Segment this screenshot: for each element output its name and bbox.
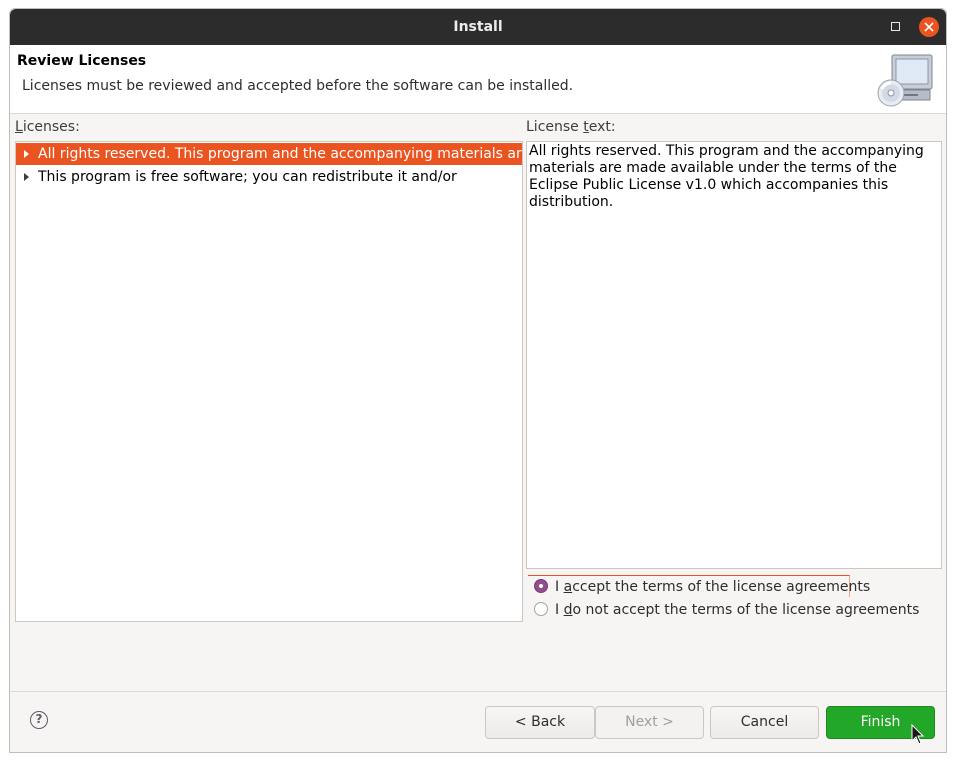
maximize-icon[interactable] (886, 17, 906, 37)
licenses-label: Licenses: (15, 119, 80, 135)
cancel-button[interactable]: Cancel (710, 706, 819, 739)
page-title: Review Licenses (17, 53, 147, 69)
radio-unchecked-icon[interactable] (534, 602, 548, 616)
wizard-header: Review Licenses Licenses must be reviewe… (10, 45, 946, 114)
mouse-cursor-icon (911, 724, 925, 745)
close-icon[interactable] (919, 17, 939, 37)
install-dialog: Install Review Licenses Licenses must be… (9, 8, 947, 753)
license-item[interactable]: All rights reserved. This program and th… (16, 143, 522, 165)
next-button[interactable]: Next > (595, 706, 704, 739)
page-description: Licenses must be reviewed and accepted b… (22, 78, 574, 94)
accept-radio[interactable]: I accept the terms of the license agreem… (528, 575, 870, 597)
expand-arrow-icon[interactable] (24, 173, 29, 181)
license-text-label: License text: (526, 119, 616, 135)
expand-arrow-icon[interactable] (24, 150, 29, 158)
licenses-tree[interactable]: All rights reserved. This program and th… (15, 141, 523, 622)
license-text-area[interactable]: All rights reserved. This program and th… (526, 141, 942, 569)
window-title: Install (453, 19, 503, 35)
help-icon[interactable]: ? (30, 711, 48, 729)
footer-divider (10, 691, 946, 692)
license-item[interactable]: This program is free software; you can r… (16, 166, 522, 188)
title-bar[interactable]: Install (10, 9, 946, 45)
back-button[interactable]: < Back (485, 706, 595, 739)
radio-checked-icon[interactable] (534, 579, 548, 593)
install-cd-computer-icon (874, 49, 938, 113)
